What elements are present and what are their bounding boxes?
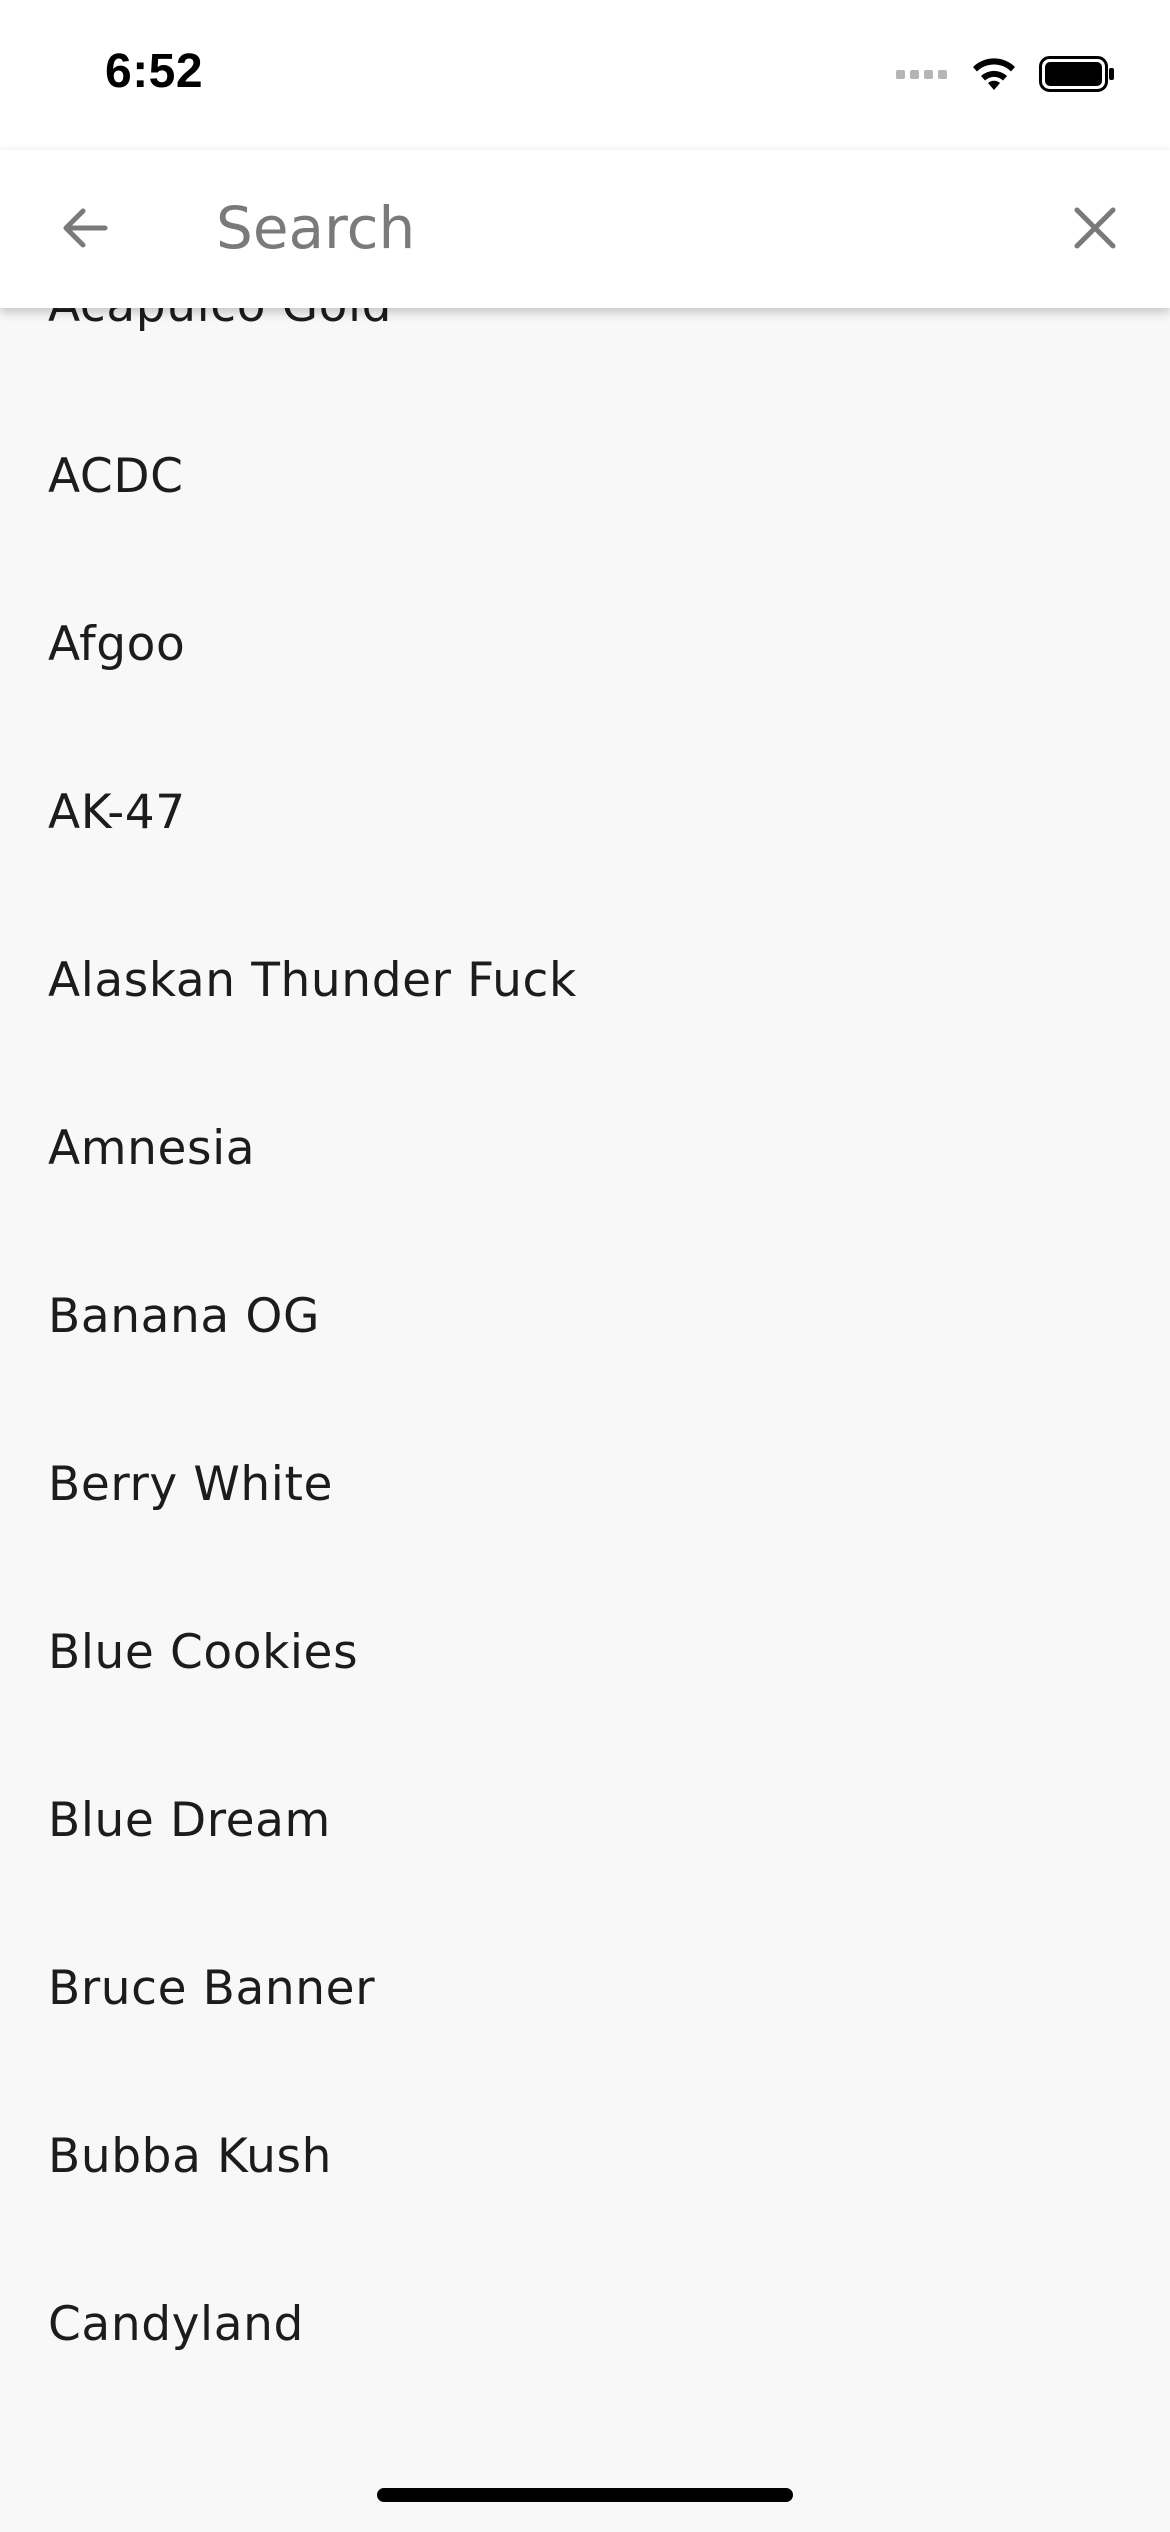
search-header [0,150,1170,308]
list-item[interactable]: Alaskan Thunder Fuck [0,896,1170,1064]
status-icons [891,52,1115,96]
list-item[interactable]: Blue Cookies [0,1568,1170,1736]
list-item-label: Banana OG [48,1288,320,1344]
list-item[interactable]: Bruce Banner [0,1904,1170,2072]
list-item-label: Blue Cookies [48,1624,359,1680]
battery-icon [1039,56,1114,92]
list-item[interactable]: ACDC [0,392,1170,560]
status-bar: 6:52 [0,0,1170,150]
arrow-left-icon [63,208,108,248]
list-item-label: ACDC [48,448,184,504]
list-item-label: Blue Dream [48,1792,331,1848]
list-item[interactable]: Berry White [0,1400,1170,1568]
list-item-label: Berry White [48,1456,333,1512]
list-item-label: Afgoo [48,616,186,672]
list-item[interactable]: Blue Dream [0,1736,1170,1904]
list-item-label: Bubba Kush [48,2128,332,2184]
list-item[interactable]: AK-47 [0,728,1170,896]
status-time: 6:52 [105,45,204,98]
list-item-label: Candyland [48,2296,304,2352]
list-item-label: AK-47 [48,784,186,840]
list-item[interactable]: Bubba Kush [0,2072,1170,2240]
list-item[interactable]: Candyland [0,2240,1170,2408]
strain-list: Acapulco GoldACDCAfgooAK-47Alaskan Thund… [0,278,1170,2408]
list-item-label: Alaskan Thunder Fuck [48,952,577,1008]
search-input[interactable] [216,180,1036,276]
list-item-label: Amnesia [48,1120,256,1176]
back-button[interactable] [45,188,125,268]
list-item-label: Bruce Banner [48,1960,376,2016]
signal-icon [891,69,947,79]
wifi-icon [973,58,1015,90]
list-item[interactable]: Amnesia [0,1064,1170,1232]
home-indicator[interactable] [377,2488,793,2502]
close-icon [1074,207,1116,249]
list-item[interactable]: Afgoo [0,560,1170,728]
clear-button[interactable] [1055,188,1135,268]
list-item[interactable]: Banana OG [0,1232,1170,1400]
